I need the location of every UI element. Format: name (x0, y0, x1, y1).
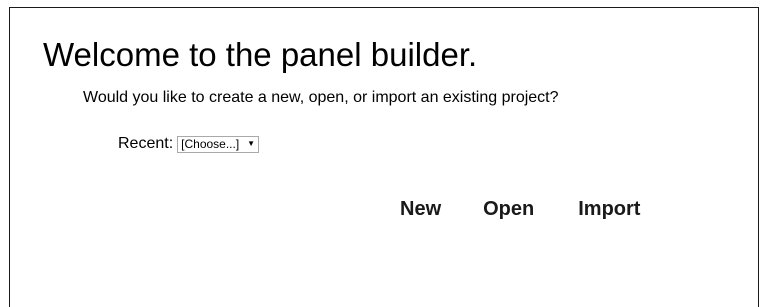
welcome-panel: Welcome to the panel builder. Would you … (9, 7, 759, 307)
recent-label: Recent: (118, 135, 174, 152)
import-button[interactable]: Import (578, 198, 640, 221)
recent-select-value: [Choose...] (181, 137, 240, 151)
action-bar: New Open Import (400, 198, 640, 221)
chevron-down-icon: ▼ (247, 139, 256, 148)
page-title: Welcome to the panel builder. (43, 36, 478, 73)
recent-select[interactable]: [Choose...] ▼ (177, 135, 260, 153)
recent-row: Recent: [Choose...] ▼ (118, 135, 260, 153)
open-button[interactable]: Open (483, 198, 534, 221)
new-button[interactable]: New (400, 198, 441, 221)
welcome-prompt: Would you like to create a new, open, or… (83, 89, 559, 106)
